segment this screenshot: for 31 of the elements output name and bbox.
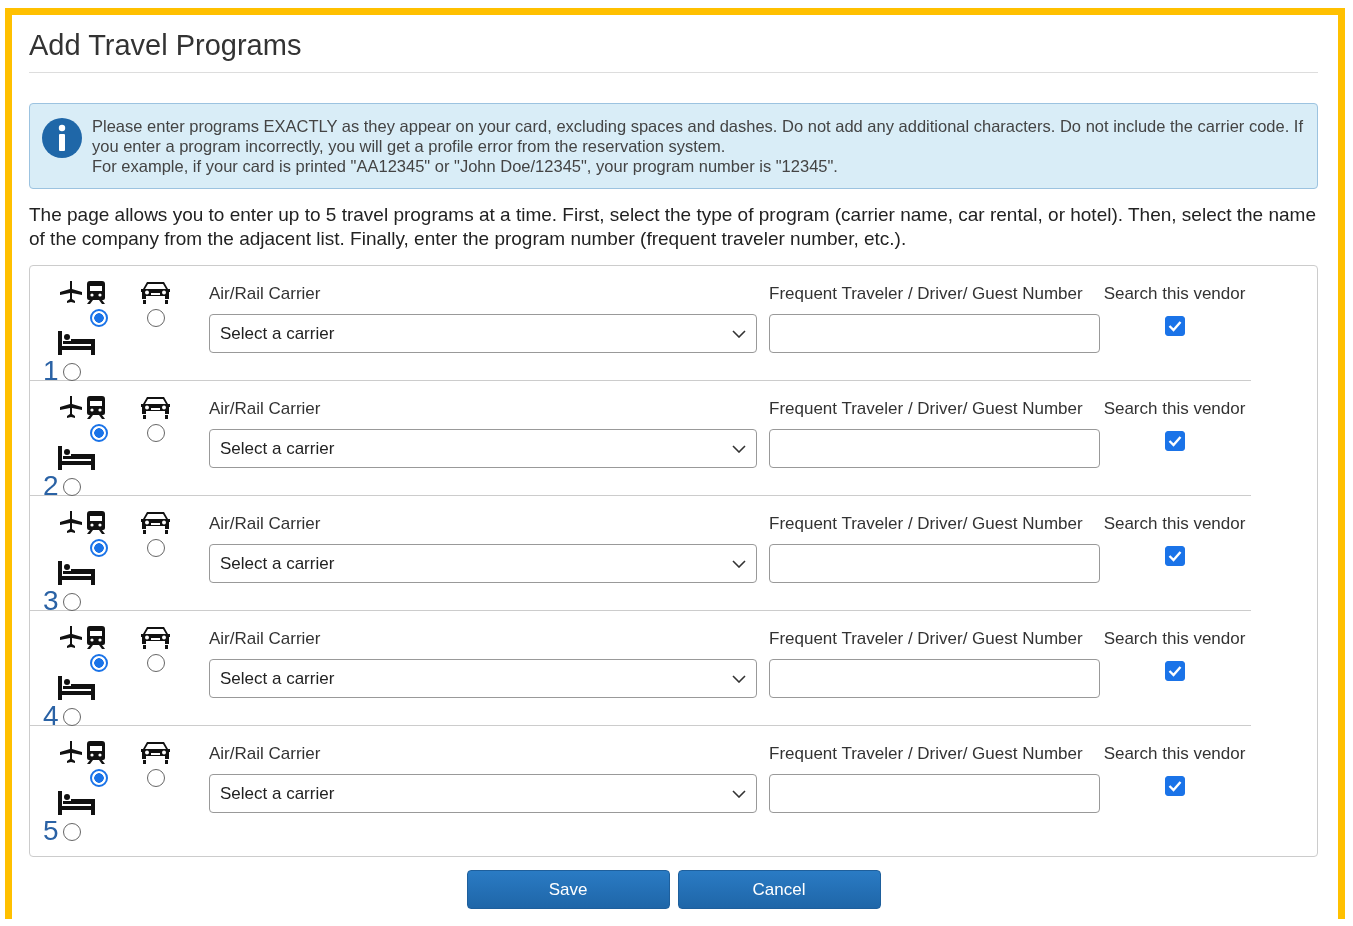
action-button[interactable]: Save	[466, 870, 670, 909]
field-label: Frequent Traveler / Driver/ Guest Number	[769, 399, 1083, 419]
notice-text: Please enter programs EXACTLY as they appear on your card, excluding spaces and dashes. Do not add any additional characters. Do not include the carrier code. If you enter a program incorrectly, you will get a profile error from the reservation system.	[92, 116, 1304, 156]
field-label: Search this vendor	[1103, 514, 1246, 534]
carrier-select[interactable]: Select a carrier	[209, 774, 757, 813]
carrier-select[interactable]: Select a carrier	[209, 429, 757, 468]
field-label: Air/Rail Carrier	[209, 629, 321, 649]
intro-text: The page allows you to enter up to 5 travel programs at a time. First, select the type of program (carrier name, car rental, or hotel). Then, select the name of the company from the adjacent list. Finally, enter the program number (frequent traveler number, etc.).	[29, 203, 1317, 251]
field-label: Air/Rail Carrier	[209, 744, 321, 764]
carrier-select[interactable]: Select a carrier	[209, 544, 757, 583]
program-number: 3	[43, 587, 59, 615]
field-label: Frequent Traveler / Driver/ Guest Number	[769, 629, 1083, 649]
notice-text: For example, if your card is printed "AA12345" or "John Doe/12345", your program number is "12345".	[92, 156, 839, 176]
program-number: 5	[43, 817, 59, 845]
action-button[interactable]: Cancel	[677, 870, 881, 909]
program-number: 2	[43, 472, 59, 500]
field-label: Search this vendor	[1103, 284, 1246, 304]
program-number: 1	[43, 357, 59, 385]
field-label: Air/Rail Carrier	[209, 399, 321, 419]
field-label: Frequent Traveler / Driver/ Guest Number	[769, 284, 1083, 304]
field-label: Frequent Traveler / Driver/ Guest Number	[769, 514, 1083, 534]
field-label: Air/Rail Carrier	[209, 284, 321, 304]
field-label: Search this vendor	[1103, 744, 1246, 764]
page-title: Add Travel Programs	[29, 29, 1318, 73]
carrier-select[interactable]: Select a carrier	[209, 659, 757, 698]
field-label: Search this vendor	[1103, 629, 1246, 649]
carrier-select[interactable]: Select a carrier	[209, 314, 757, 353]
field-label: Air/Rail Carrier	[209, 514, 321, 534]
field-label: Search this vendor	[1103, 399, 1246, 419]
program-number: 4	[43, 702, 59, 730]
field-label: Frequent Traveler / Driver/ Guest Number	[769, 744, 1083, 764]
